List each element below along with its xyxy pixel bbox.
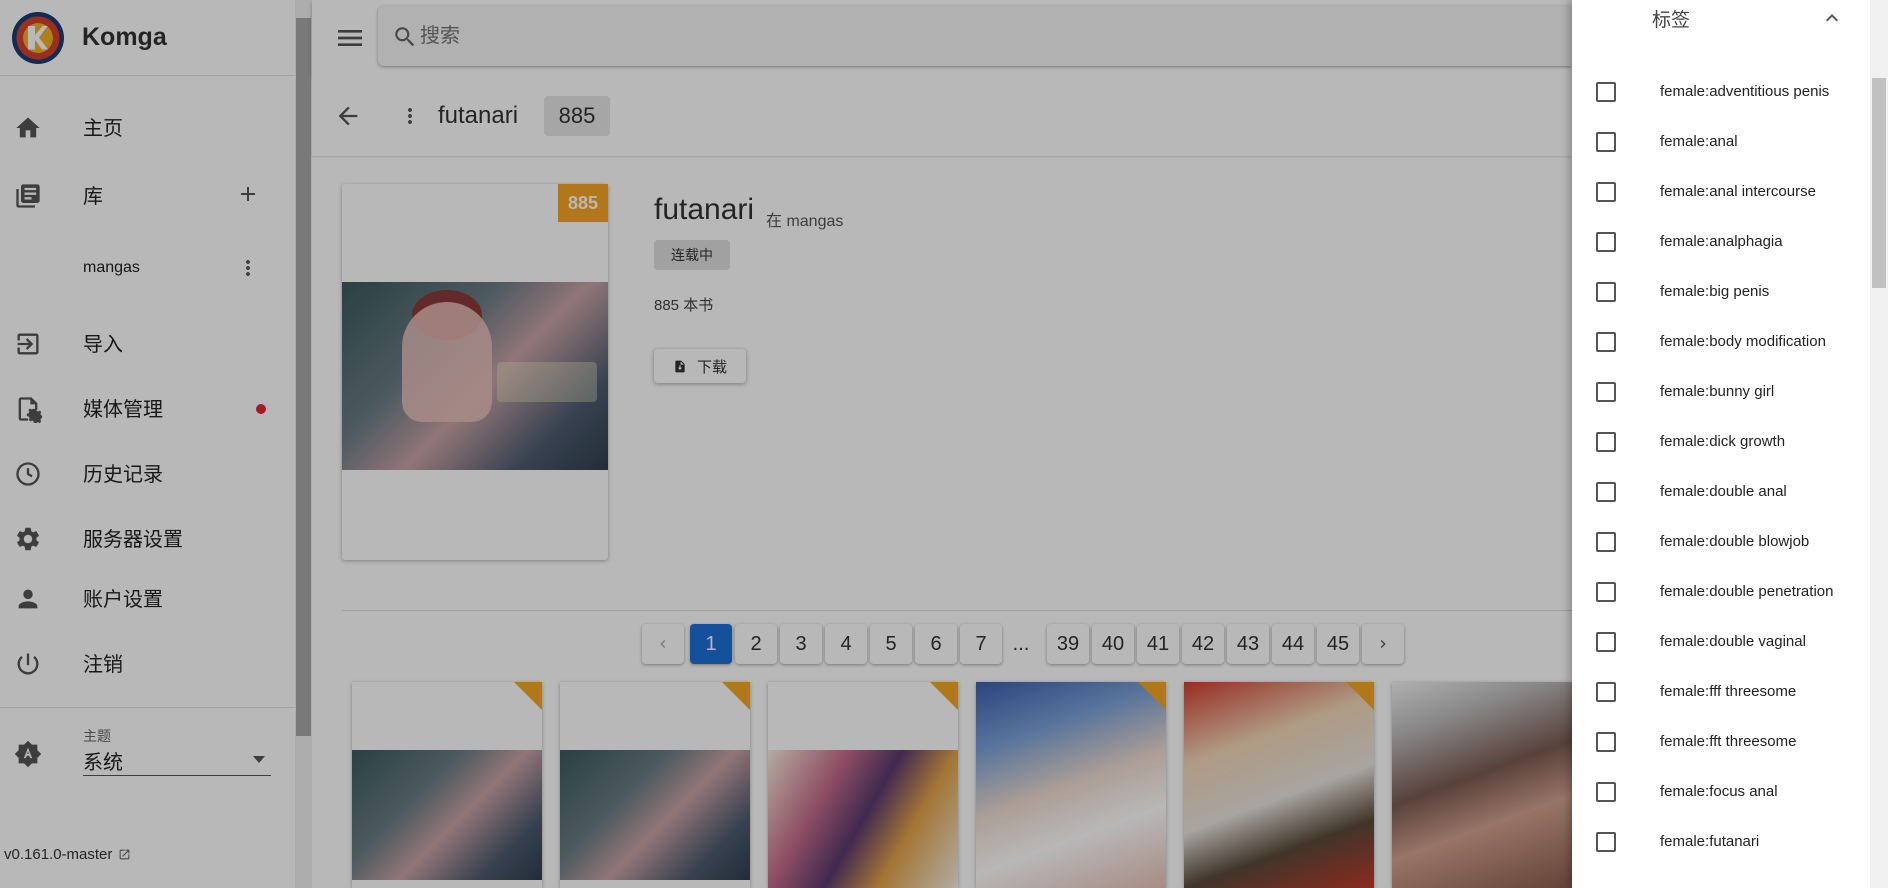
checkbox[interactable] — [1596, 632, 1616, 652]
tag-filter-option[interactable]: female:anal intercourse — [1572, 170, 1872, 214]
tag-filter-option[interactable]: female:double anal — [1572, 470, 1872, 514]
tag-label: female:big penis — [1660, 283, 1770, 300]
tag-label: female:bunny girl — [1660, 383, 1775, 400]
tag-label: female:fff threesome — [1660, 683, 1797, 700]
tag-label: female:double blowjob — [1660, 533, 1810, 550]
checkbox[interactable] — [1596, 782, 1616, 802]
checkbox[interactable] — [1596, 732, 1616, 752]
tag-label: female:double anal — [1660, 483, 1787, 500]
checkbox[interactable] — [1596, 232, 1616, 252]
checkbox[interactable] — [1596, 682, 1616, 702]
tag-filter-option[interactable]: female:double vaginal — [1572, 620, 1872, 664]
checkbox[interactable] — [1596, 532, 1616, 552]
tag-filter-option[interactable]: female:fft threesome — [1572, 720, 1872, 764]
tag-filter-option[interactable]: female:focus anal — [1572, 770, 1872, 814]
checkbox[interactable] — [1596, 332, 1616, 352]
filter-panel-scrollbar-thumb[interactable] — [1872, 78, 1886, 288]
checkbox[interactable] — [1596, 132, 1616, 152]
tag-filter-option[interactable]: female:fff threesome — [1572, 670, 1872, 714]
tag-filter-option[interactable]: female:dick growth — [1572, 420, 1872, 464]
tag-label: female:fft threesome — [1660, 733, 1797, 750]
tag-label: female:anal intercourse — [1660, 183, 1816, 200]
chevron-up-icon[interactable] — [1820, 6, 1844, 30]
modal-scrim[interactable] — [0, 0, 1572, 888]
checkbox[interactable] — [1596, 432, 1616, 452]
checkbox[interactable] — [1596, 482, 1616, 502]
tag-label: female:double penetration — [1660, 583, 1834, 600]
tag-label: female:adventitious penis — [1660, 83, 1830, 100]
tag-label: female:dick growth — [1660, 433, 1786, 450]
checkbox[interactable] — [1596, 82, 1616, 102]
checkbox[interactable] — [1596, 382, 1616, 402]
tag-filter-option[interactable]: female:bunny girl — [1572, 370, 1872, 414]
tag-label: female:futanari — [1660, 833, 1760, 850]
tag-filter-option[interactable]: female:big penis — [1572, 270, 1872, 314]
tag-label: female:analphagia — [1660, 233, 1783, 250]
tag-label: female:anal — [1660, 133, 1738, 150]
checkbox[interactable] — [1596, 582, 1616, 602]
tag-filter-option[interactable]: female:body modification — [1572, 320, 1872, 364]
checkbox[interactable] — [1596, 832, 1616, 852]
tag-filter-option[interactable]: female:anal — [1572, 120, 1872, 164]
tag-filter-option[interactable]: female:futanari — [1572, 820, 1872, 864]
tag-filter-option[interactable]: female:double blowjob — [1572, 520, 1872, 564]
tag-label: female:double vaginal — [1660, 633, 1806, 650]
filter-section-title[interactable]: 标签 — [1652, 5, 1690, 32]
checkbox[interactable] — [1596, 182, 1616, 202]
tag-filter-option[interactable]: female:adventitious penis — [1572, 70, 1872, 114]
filter-panel: 标签 female:adventitious penis female:anal… — [1572, 0, 1898, 888]
tag-filter-option[interactable]: female:analphagia — [1572, 220, 1872, 264]
checkbox[interactable] — [1596, 282, 1616, 302]
tag-label: female:body modification — [1660, 333, 1826, 350]
tag-filter-option[interactable]: female:double penetration — [1572, 570, 1872, 614]
tag-label: female:focus anal — [1660, 783, 1778, 800]
